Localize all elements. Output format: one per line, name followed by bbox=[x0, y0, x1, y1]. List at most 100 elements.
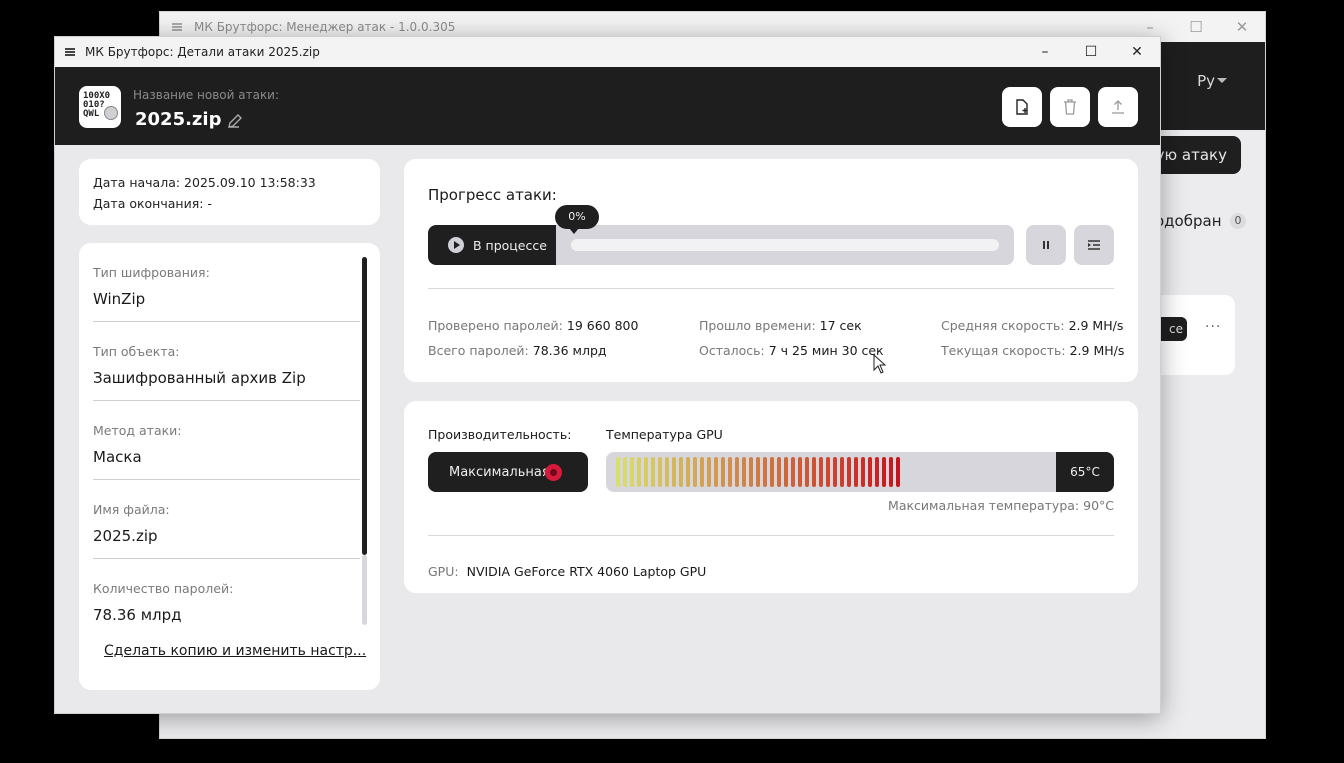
minimize-icon: – bbox=[1041, 44, 1049, 60]
minimize-icon[interactable]: – bbox=[1127, 18, 1173, 36]
current-speed: Текущая скорость: 2.9 MH/s bbox=[941, 343, 1124, 358]
detail-password-count: Количество паролей: 78.36 млрд bbox=[93, 559, 360, 625]
window-title: МК Брутфорс: Детали атаки 2025.zip bbox=[85, 45, 320, 59]
detail-file-name: Имя файла: 2025.zip bbox=[93, 480, 360, 559]
background-window-title: МК Брутфорс: Менеджер атак - 1.0.0.305 bbox=[194, 20, 456, 34]
checked-passwords: Проверено паролей: 19 660 800 bbox=[428, 318, 638, 333]
gpu-temp-segment bbox=[665, 457, 669, 487]
gpu-temp-segment bbox=[847, 457, 851, 487]
gpu-temp-segment bbox=[861, 457, 865, 487]
elapsed-time: Прошло времени: 17 сек bbox=[699, 318, 862, 333]
gpu-temp-segment bbox=[644, 457, 648, 487]
gpu-temp-segment bbox=[728, 457, 732, 487]
chevron-down-icon[interactable] bbox=[1217, 78, 1227, 83]
export-button[interactable] bbox=[1098, 87, 1138, 127]
gpu-temp-segment bbox=[770, 457, 774, 487]
state-pill: В процессе bbox=[428, 225, 556, 265]
max-temperature: Максимальная температура: 90°C bbox=[888, 498, 1114, 513]
gpu-temp-segment bbox=[854, 457, 858, 487]
pencil-icon[interactable] bbox=[227, 113, 243, 129]
performance-mode: Максимальная bbox=[449, 464, 550, 480]
detail-value: 2025.zip bbox=[93, 527, 158, 545]
delete-button[interactable] bbox=[1050, 87, 1090, 127]
gpu-temperature-bar: 65°C bbox=[606, 452, 1114, 492]
titlebar: МК Брутфорс: Детали атаки 2025.zip – ☐ ✕ bbox=[55, 37, 1160, 67]
detail-value: WinZip bbox=[93, 290, 146, 308]
gpu-temp-segment bbox=[798, 457, 802, 487]
stat-value: 2.9 MH/s bbox=[1069, 343, 1125, 358]
gpu-temp-segment bbox=[707, 457, 711, 487]
gpu-temp-segment bbox=[679, 457, 683, 487]
stat-value: 17 сек bbox=[819, 318, 862, 333]
stat-value: 7 ч 25 мин 30 сек bbox=[768, 343, 884, 358]
performance-mode-button[interactable]: Максимальная bbox=[428, 452, 588, 492]
gpu-temp-segment bbox=[630, 457, 634, 487]
detail-encryption: Тип шифрования: WinZip bbox=[93, 243, 360, 322]
detail-label: Метод атаки: bbox=[93, 423, 182, 438]
stat-label: Всего паролей: bbox=[428, 343, 529, 358]
performance-card: Производительность: Температура GPU Макс… bbox=[404, 401, 1138, 593]
gpu-temp-segment bbox=[875, 457, 879, 487]
gpu-temp-segment bbox=[791, 457, 795, 487]
gpu-temp-segment bbox=[826, 457, 830, 487]
attack-details-window: МК Брутфорс: Детали атаки 2025.zip – ☐ ✕… bbox=[54, 36, 1161, 714]
scrollbar-thumb[interactable] bbox=[362, 257, 367, 555]
app-icon bbox=[65, 47, 77, 57]
gpu-temp-segment bbox=[735, 457, 739, 487]
gpu-info: GPU: NVIDIA GeForce RTX 4060 Laptop GPU bbox=[428, 564, 706, 579]
gpu-temp-segment bbox=[749, 457, 753, 487]
detail-object-type: Тип объекта: Зашифрованный архив Zip bbox=[93, 322, 360, 401]
remaining-time: Осталось: 7 ч 25 мин 30 сек bbox=[699, 343, 884, 358]
trash-icon bbox=[1064, 99, 1076, 115]
gpu-temp-segment bbox=[777, 457, 781, 487]
gpu-temp-segment bbox=[840, 457, 844, 487]
gpu-temp-segment bbox=[623, 457, 627, 487]
gpu-temp-segment bbox=[651, 457, 655, 487]
stat-value: 78.36 млрд bbox=[532, 343, 607, 358]
stat-value: 2.9 MH/s bbox=[1068, 318, 1124, 333]
close-button[interactable]: ✕ bbox=[1114, 37, 1160, 67]
gpu-temp-segment bbox=[812, 457, 816, 487]
performance-label: Производительность: bbox=[428, 427, 572, 442]
stat-label: Прошло времени: bbox=[699, 318, 816, 333]
mode-indicator-icon bbox=[545, 464, 562, 481]
divider bbox=[428, 535, 1114, 536]
dates-card: Дата начала: 2025.09.10 13:58:33 Дата ок… bbox=[79, 159, 380, 225]
new-file-button[interactable] bbox=[1002, 87, 1042, 127]
gpu-temp-segment bbox=[742, 457, 746, 487]
gpu-temp-segment bbox=[805, 457, 809, 487]
gpu-temp-segment bbox=[868, 457, 872, 487]
detail-label: Имя файла: bbox=[93, 502, 170, 517]
close-icon[interactable]: ✕ bbox=[1219, 18, 1265, 36]
gpu-label: GPU: bbox=[428, 564, 459, 579]
copy-and-edit-link[interactable]: Сделать копию и изменить настр... bbox=[104, 643, 366, 659]
gpu-temp-segment bbox=[700, 457, 704, 487]
maximize-button[interactable]: ☐ bbox=[1068, 37, 1114, 67]
gpu-temp-segment bbox=[756, 457, 760, 487]
more-icon[interactable]: ··· bbox=[1205, 319, 1221, 335]
start-date: Дата начала: 2025.09.10 13:58:33 bbox=[93, 175, 316, 190]
details-list[interactable]: Тип шифрования: WinZip Тип объекта: Заши… bbox=[79, 243, 369, 625]
gpu-temp-segment bbox=[693, 457, 697, 487]
key-icon bbox=[104, 106, 118, 120]
language-selector[interactable]: Ру bbox=[1197, 72, 1215, 90]
play-icon bbox=[448, 237, 464, 253]
gpu-temp-segment bbox=[819, 457, 823, 487]
log-button[interactable] bbox=[1074, 225, 1114, 265]
minimize-button[interactable]: – bbox=[1022, 37, 1068, 67]
stat-label: Средняя скорость: bbox=[941, 318, 1065, 333]
attack-details-card: Тип шифрования: WinZip Тип объекта: Заши… bbox=[79, 243, 380, 690]
attack-name: 2025.zip bbox=[135, 109, 222, 130]
total-passwords: Всего паролей: 78.36 млрд bbox=[428, 343, 607, 358]
gpu-temp-segment bbox=[882, 457, 886, 487]
scrollbar-track[interactable] bbox=[362, 555, 367, 625]
gpu-temp-segment bbox=[784, 457, 788, 487]
found-label: одобран bbox=[1155, 212, 1222, 230]
detail-value: Маска bbox=[93, 448, 142, 466]
maximize-icon[interactable]: ☐ bbox=[1173, 18, 1219, 36]
gpu-temp-segment bbox=[833, 457, 837, 487]
pause-button[interactable] bbox=[1026, 225, 1066, 265]
gpu-temp-segment bbox=[721, 457, 725, 487]
maximize-icon: ☐ bbox=[1084, 44, 1098, 60]
header: 100X0 010? QWL Название новой атаки: 202… bbox=[55, 67, 1160, 145]
